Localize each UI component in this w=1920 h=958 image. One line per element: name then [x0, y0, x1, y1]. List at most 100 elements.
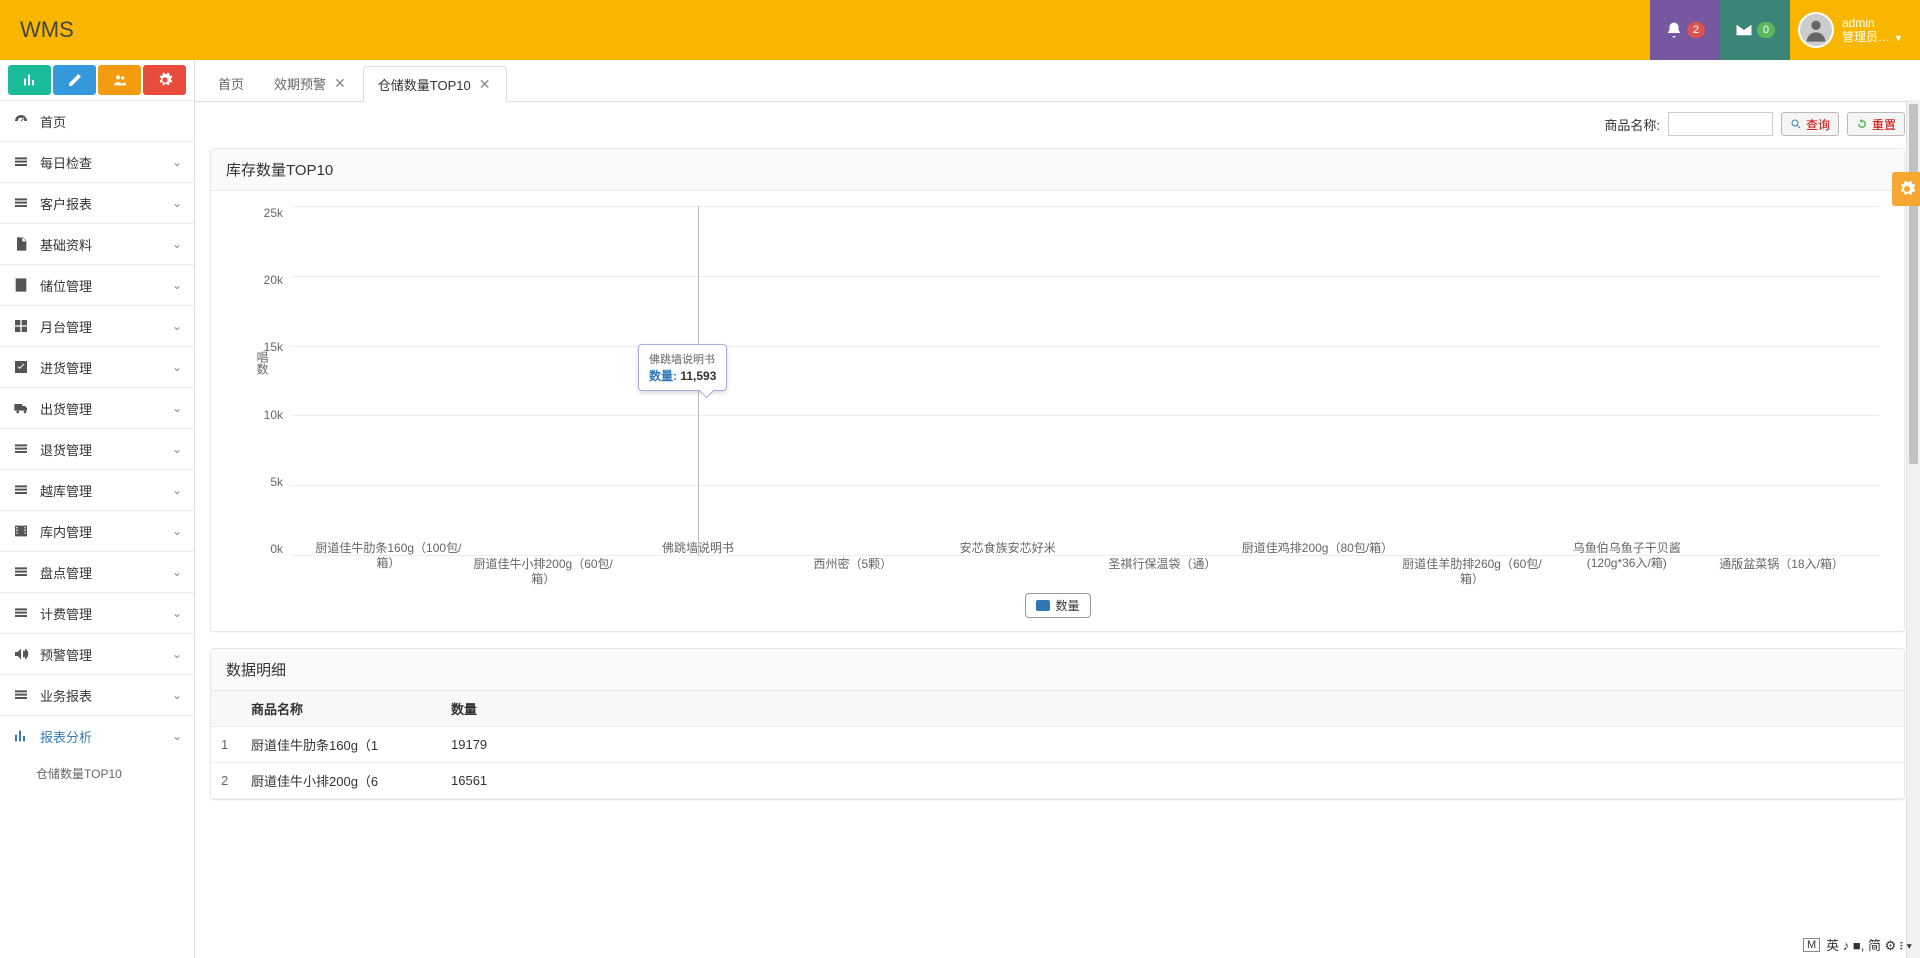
- sidebar-item-11[interactable]: 盘点管理⌄: [0, 551, 194, 592]
- tab-1[interactable]: 仓储数量TOP10✕: [363, 66, 508, 102]
- gear-icon: [1898, 180, 1916, 198]
- list-icon: [12, 687, 30, 703]
- chevron-down-icon: ⌄: [172, 483, 182, 497]
- chevron-down-icon: ⌄: [172, 360, 182, 374]
- sidebar-item-13[interactable]: 预警管理⌄: [0, 633, 194, 674]
- sidebar-item-4[interactable]: 储位管理⌄: [0, 264, 194, 305]
- settings-tab[interactable]: [1892, 172, 1920, 206]
- sidebar-item-6[interactable]: 进货管理⌄: [0, 346, 194, 387]
- close-icon[interactable]: ✕: [477, 76, 493, 93]
- sidebar-item-2[interactable]: 客户报表⌄: [0, 182, 194, 223]
- notifications[interactable]: 2: [1650, 0, 1720, 60]
- search-input[interactable]: [1668, 112, 1773, 136]
- sb-btn-stats[interactable]: [8, 65, 51, 95]
- film-icon: [12, 523, 30, 539]
- detail-panel: 数据明细 商品名称 数量 1厨道佳牛肋条160g（1191792厨道佳牛小排20…: [210, 648, 1905, 800]
- chevron-down-icon: ⌄: [172, 442, 182, 456]
- tab-bar: 首页 效期预警✕仓储数量TOP10✕: [195, 60, 1920, 102]
- user-icon: [1802, 16, 1830, 44]
- notif-badge: 2: [1687, 22, 1705, 38]
- chart-legend[interactable]: 数量: [1024, 593, 1090, 618]
- chart-panel: 库存数量TOP10 唱数 25k20k15k10k5k0k 厨道佳牛肋条160g…: [210, 148, 1905, 632]
- close-icon[interactable]: ✕: [332, 75, 348, 92]
- tab-0[interactable]: 效期预警✕: [259, 65, 363, 101]
- content: 首页 效期预警✕仓储数量TOP10✕ 商品名称: 查询 重置 库存数量TOP10: [195, 60, 1920, 958]
- list-icon: [12, 154, 30, 170]
- bar-chart[interactable]: 唱数 25k20k15k10k5k0k 厨道佳牛肋条160g（100包/箱）厨道…: [226, 206, 1889, 616]
- scrollbar[interactable]: [1906, 100, 1920, 958]
- sb-btn-users[interactable]: [98, 65, 141, 95]
- sidebar-item-0[interactable]: 首页: [0, 100, 194, 141]
- table-row[interactable]: 1厨道佳牛肋条160g（119179: [211, 727, 1904, 763]
- chevron-down-icon: ⌄: [172, 401, 182, 415]
- user-menu[interactable]: admin 管理员… ▼: [1790, 0, 1920, 60]
- sidebar-item-1[interactable]: 每日检查⌄: [0, 141, 194, 182]
- sidebar-item-3[interactable]: 基础资料⌄: [0, 223, 194, 264]
- sb-btn-settings[interactable]: [143, 65, 186, 95]
- chevron-down-icon: ⌄: [172, 196, 182, 210]
- sidebar-item-14[interactable]: 业务报表⌄: [0, 674, 194, 715]
- doc-icon: [12, 236, 30, 252]
- pencil-icon: [67, 72, 83, 88]
- user-name: admin: [1842, 16, 1903, 30]
- topbar: WMS 2 0 admin 管理员… ▼: [0, 0, 1920, 60]
- avatar: [1798, 12, 1834, 48]
- list-icon: [12, 482, 30, 498]
- bars-icon: [22, 72, 38, 88]
- bell-icon: [1665, 21, 1683, 39]
- messages[interactable]: 0: [1720, 0, 1790, 60]
- list-icon: [12, 564, 30, 580]
- sidebar-item-7[interactable]: 出货管理⌄: [0, 387, 194, 428]
- chevron-down-icon: ⌄: [172, 729, 182, 743]
- chevron-down-icon: ⌄: [172, 278, 182, 292]
- list-icon: [12, 441, 30, 457]
- chevron-down-icon: ⌄: [172, 155, 182, 169]
- sidebar: 首页每日检查⌄客户报表⌄基础资料⌄储位管理⌄月台管理⌄进货管理⌄出货管理⌄退货管…: [0, 60, 195, 958]
- truck-icon: [12, 400, 30, 416]
- users-icon: [112, 72, 128, 88]
- tab-home[interactable]: 首页: [203, 65, 259, 101]
- legend-swatch: [1035, 600, 1049, 611]
- detail-title: 数据明细: [211, 649, 1904, 691]
- list-icon: [12, 605, 30, 621]
- sidebar-item-10[interactable]: 库内管理⌄: [0, 510, 194, 551]
- msg-badge: 0: [1757, 22, 1775, 38]
- col-qty: 数量: [441, 691, 1904, 727]
- col-name: 商品名称: [241, 691, 441, 727]
- chart-icon: [12, 728, 30, 744]
- sidebar-subitem[interactable]: 仓储数量TOP10: [0, 756, 194, 790]
- table-row[interactable]: 2厨道佳牛小排200g（616561: [211, 763, 1904, 799]
- detail-table: 商品名称 数量 1厨道佳牛肋条160g（1191792厨道佳牛小排200g（61…: [211, 691, 1904, 799]
- reset-button[interactable]: 重置: [1847, 112, 1905, 136]
- sidebar-item-12[interactable]: 计费管理⌄: [0, 592, 194, 633]
- grid-icon: [12, 318, 30, 334]
- sidebar-item-15[interactable]: 报表分析⌄: [0, 715, 194, 756]
- gear-icon: [157, 72, 173, 88]
- chart-tooltip: 佛跳墙说明书 数量: 11,593: [638, 344, 727, 391]
- user-role: 管理员…: [1842, 30, 1890, 44]
- search-label: 商品名称:: [1604, 115, 1660, 134]
- chevron-down-icon: ⌄: [172, 524, 182, 538]
- sidebar-item-9[interactable]: 越库管理⌄: [0, 469, 194, 510]
- chart-title: 库存数量TOP10: [211, 149, 1904, 191]
- chevron-down-icon: ▼: [1894, 33, 1903, 43]
- refresh-icon: [1856, 118, 1868, 130]
- chevron-down-icon: ⌄: [172, 606, 182, 620]
- check-icon: [12, 359, 30, 375]
- chevron-down-icon: ⌄: [172, 565, 182, 579]
- sidebar-item-8[interactable]: 退货管理⌄: [0, 428, 194, 469]
- chevron-down-icon: ⌄: [172, 319, 182, 333]
- building-icon: [12, 277, 30, 293]
- ime-indicator: M英 ♪ ■, 简 ⚙ ፧ ▾: [1803, 935, 1912, 954]
- chevron-down-icon: ⌄: [172, 237, 182, 251]
- search-icon: [1790, 118, 1802, 130]
- envelope-icon: [1735, 21, 1753, 39]
- sound-icon: [12, 646, 30, 662]
- app-logo: WMS: [20, 17, 74, 43]
- chevron-down-icon: ⌄: [172, 688, 182, 702]
- search-row: 商品名称: 查询 重置: [210, 112, 1905, 136]
- sidebar-item-5[interactable]: 月台管理⌄: [0, 305, 194, 346]
- sb-btn-edit[interactable]: [53, 65, 96, 95]
- query-button[interactable]: 查询: [1781, 112, 1839, 136]
- dashboard-icon: [12, 113, 30, 129]
